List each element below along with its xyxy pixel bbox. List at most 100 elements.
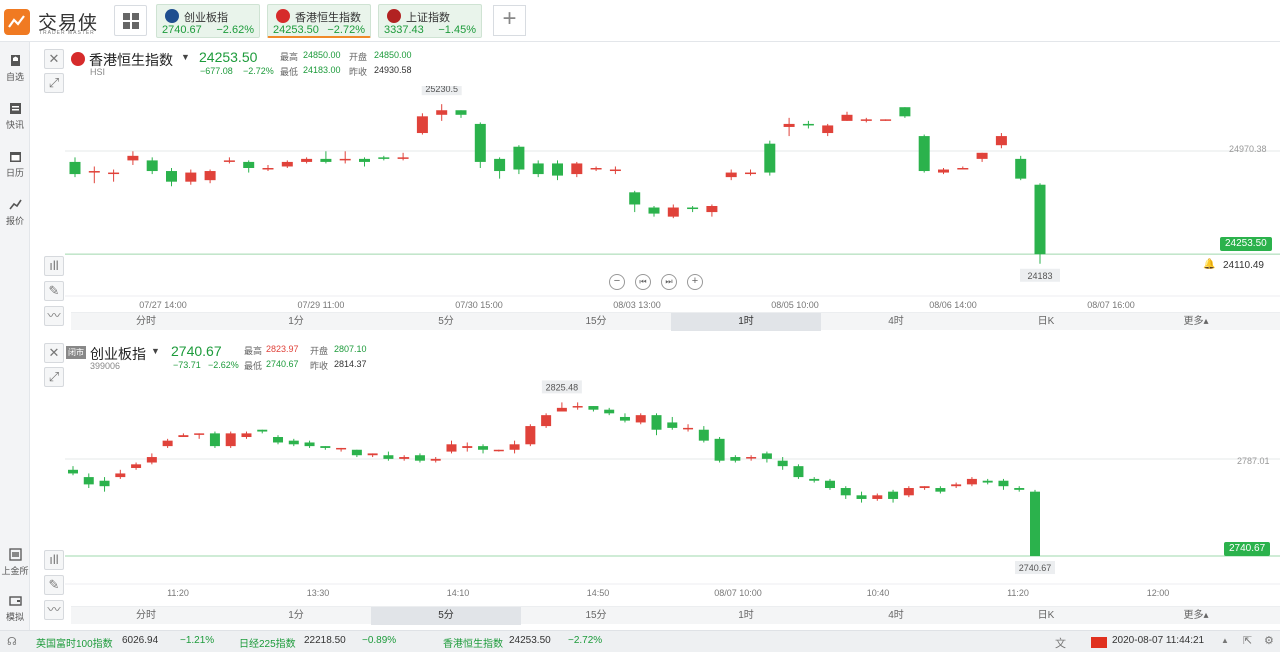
tab-change: −1.45% [438,24,476,36]
candle-body [225,433,236,447]
candle-body [725,172,737,178]
candle-body [204,171,216,181]
sidebar-item-quotes[interactable]: 报价 [0,194,30,234]
draw-tool-button[interactable]: ✎ [44,575,64,595]
last-price: 2740.67 [171,343,222,359]
low-marker-label: 2740.67 [1019,563,1052,573]
tf-tab-0[interactable]: 分时 [71,607,221,625]
sidebar-item-watchlist[interactable]: 自选 [0,50,30,90]
price-change-pct: −2.72% [243,66,274,76]
sidebar-item-calendar[interactable]: 日历 [0,146,30,186]
ticker-name[interactable]: 香港恒生指数 [443,635,503,650]
tf-more[interactable]: 更多▴ [1121,313,1271,331]
symbol-dropdown-icon[interactable]: ▼ [181,52,190,62]
sidebar-item-sge[interactable]: 上金所 [0,544,30,584]
tf-tab-1[interactable]: 1分 [221,313,371,331]
tf-tab-1[interactable]: 1分 [221,607,371,625]
candle-body [802,123,814,126]
candle-body [131,464,142,468]
cn-flag-icon [1091,637,1107,648]
symbol-dropdown-icon[interactable]: ▼ [151,346,160,356]
level-label: 24970.38 [1229,144,1267,154]
candle-body [872,495,883,499]
candle-body [99,480,110,487]
layout-grid-button[interactable] [114,5,147,36]
candle-body [903,488,914,496]
zoom-out-button[interactable]: − [609,274,625,290]
settings-icon[interactable]: ⚙ [1264,634,1274,647]
tf-tab-4[interactable]: 1时 [671,313,821,331]
stat-high: 2823.97 [266,344,299,354]
draw-tool-button[interactable]: ✎ [44,281,64,301]
quote-tab-2[interactable]: 上证指数 3337.43 −1.45% [378,4,482,38]
ticker-name[interactable]: 日经225指数 [239,635,296,650]
tf-tab-5[interactable]: 4时 [821,313,971,331]
tf-tab-6[interactable]: 日K [971,607,1121,625]
indicator-button[interactable]: ıll [44,550,64,570]
sidebar-item-simulation[interactable]: 模拟 [0,590,30,630]
stat-label: 最高 [280,52,299,62]
expand-chart-button[interactable]: ⤢ [44,73,64,93]
chart-type-button[interactable]: 〰 [44,306,64,326]
candle-body [957,168,969,170]
quote-tab-1[interactable]: 香港恒生指数 24253.50 −2.72% [267,4,371,38]
candle-body [532,163,544,175]
symbol-code: 399006 [90,361,121,371]
candlestick-chart-chinext[interactable]: 2825.48 2740.67 11:20 13:30 14:10 14:50 08/07 … [65,380,1280,605]
zoom-in-button[interactable]: + [687,274,703,290]
candle-body [194,433,205,435]
candle-body [604,409,615,414]
close-chart-button[interactable]: ✕ [44,343,64,363]
tf-tab-2[interactable]: 5分 [371,607,521,625]
close-chart-button[interactable]: ✕ [44,49,64,69]
bell-alert-icon[interactable]: 🔔 [1203,259,1215,270]
tf-tab-5[interactable]: 4时 [821,607,971,625]
candle-body [339,158,351,161]
candle-body [783,123,795,127]
scroll-start-button[interactable]: ⏮ [635,274,651,290]
tf-tab-3[interactable]: 15分 [521,313,671,331]
candle-body [938,169,949,173]
hk-flag-icon [71,52,85,66]
add-tab-button[interactable]: + [493,5,526,36]
ticker-price: 6026.94 [122,635,159,646]
candle-body [462,446,473,448]
sidebar-label: 日历 [5,168,24,178]
tf-tab-2[interactable]: 5分 [371,313,521,331]
candle-body [399,457,410,459]
scroll-end-button[interactable]: ⏭ [661,274,677,290]
clock-datetime: 2020-08-07 11:44:21 [1112,635,1205,646]
tf-tab-0[interactable]: 分时 [71,313,221,331]
tf-more[interactable]: 更多▴ [1121,607,1271,625]
expand-chart-button[interactable]: ⤢ [44,367,64,387]
tf-tab-6[interactable]: 日K [971,313,1121,331]
x-tick-label: 07/29 11:00 [298,300,345,310]
x-tick-label: 14:50 [587,588,610,598]
headset-icon[interactable]: ☊ [7,635,17,648]
tf-tab-3[interactable]: 15分 [521,607,671,625]
candle-body [115,473,126,478]
x-tick-label: 10:40 [867,588,890,598]
ticker-name[interactable]: 英国富时100指数 [36,635,113,650]
candle-body [1015,158,1027,179]
sidebar-label: 上金所 [1,566,29,576]
tab-name: 上证指数 [406,12,450,24]
sidebar-item-news[interactable]: 快讯 [0,98,30,138]
candle-body [320,158,332,162]
candle-body [336,447,347,450]
candle-body [262,168,274,170]
collapse-up-icon[interactable]: ▲ [1221,636,1229,645]
quote-tab-0[interactable]: 创业板指 2740.67 −2.62% [156,4,260,38]
x-tick-label: 12:00 [1147,588,1170,598]
symbol-code: HSI [90,67,106,77]
last-price: 24253.50 [199,49,258,65]
resize-icon[interactable]: ⇱ [1243,634,1252,647]
candle-body [241,433,252,438]
candle-body [288,440,299,445]
indicator-button[interactable]: ıll [44,256,64,276]
translate-icon[interactable]: 文 [1055,635,1066,651]
chart-type-button[interactable]: 〰 [44,600,64,620]
tf-tab-4[interactable]: 1时 [671,607,821,625]
app-logo[interactable]: 交易侠 TRADER MASTER [4,6,114,36]
wallet-icon [8,596,22,606]
